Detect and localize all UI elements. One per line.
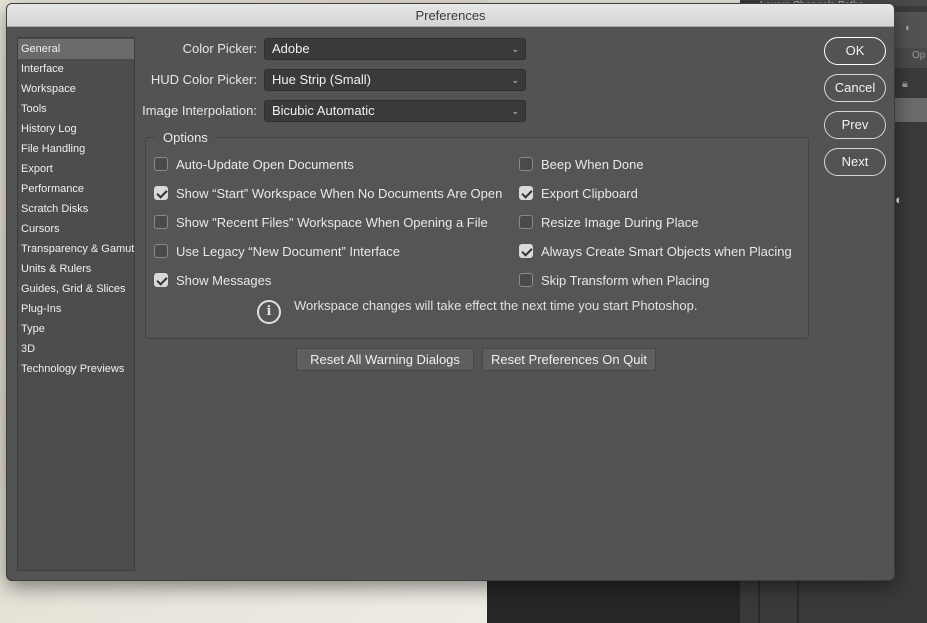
checkbox[interactable] [154, 186, 168, 200]
sidebar-item-history-log[interactable]: History Log [18, 119, 134, 139]
preferences-dialog: Preferences General Interface Workspace … [6, 3, 895, 581]
checkbox-label: Resize Image During Place [541, 214, 699, 230]
background-adjust-icon: ◐ [895, 192, 903, 207]
color-picker-label: Color Picker: [182, 41, 257, 56]
checkbox-label: Always Create Smart Objects when Placing [541, 243, 792, 259]
options-legend: Options [156, 130, 215, 146]
checkbox-label: Auto-Update Open Documents [176, 156, 354, 172]
background-field-fragment: Op [912, 50, 926, 61]
sidebar-item-3d[interactable]: 3D [18, 339, 134, 359]
sidebar-item-export[interactable]: Export [18, 159, 134, 179]
checkbox-label: Beep When Done [541, 156, 644, 172]
beep-when-done-option[interactable]: Beep When Done [519, 154, 644, 174]
background-divider [758, 580, 760, 623]
export-clipboard-option[interactable]: Export Clipboard [519, 183, 638, 203]
cancel-button[interactable]: Cancel [824, 74, 886, 102]
chevron-down-icon: ⌄ [511, 75, 519, 85]
workspace-info-message: i Workspace changes will take effect the… [257, 297, 698, 324]
chevron-down-icon: ⌄ [511, 106, 519, 116]
checkbox[interactable] [154, 244, 168, 258]
image-interpolation-value: Bicubic Automatic [272, 103, 375, 118]
ok-button[interactable]: OK [824, 37, 886, 65]
checkbox[interactable] [519, 215, 533, 229]
checkbox[interactable] [154, 215, 168, 229]
checkbox[interactable] [519, 157, 533, 171]
prev-button[interactable]: Prev [824, 111, 886, 139]
sidebar-item-performance[interactable]: Performance [18, 179, 134, 199]
checkbox[interactable] [519, 273, 533, 287]
hud-color-picker-value: Hue Strip (Small) [272, 72, 371, 87]
always-create-smart-objects-option[interactable]: Always Create Smart Objects when Placing [519, 241, 792, 261]
sidebar-item-transparency-gamut[interactable]: Transparency & Gamut [18, 239, 134, 259]
background-lock-icon: 🔒︎ [902, 78, 908, 90]
background-eye-icon: ◐ [905, 22, 912, 34]
checkbox-label: Show "Recent Files" Workspace When Openi… [176, 214, 488, 230]
sidebar-item-type[interactable]: Type [18, 319, 134, 339]
sidebar-item-units-rulers[interactable]: Units & Rulers [18, 259, 134, 279]
use-legacy-new-document-option[interactable]: Use Legacy “New Document” Interface [154, 241, 400, 261]
reset-preferences-on-quit-button[interactable]: Reset Preferences On Quit [482, 348, 656, 371]
background-divider [797, 580, 799, 623]
checkbox-label: Use Legacy “New Document” Interface [176, 243, 400, 259]
skip-transform-when-placing-option[interactable]: Skip Transform when Placing [519, 270, 709, 290]
checkbox[interactable] [519, 244, 533, 258]
checkbox-label: Show “Start” Workspace When No Documents… [176, 185, 503, 201]
sidebar-item-cursors[interactable]: Cursors [18, 219, 134, 239]
checkbox[interactable] [519, 186, 533, 200]
info-text: Workspace changes will take effect the n… [294, 297, 698, 313]
sidebar-item-guides-grid-slices[interactable]: Guides, Grid & Slices [18, 279, 134, 299]
checkbox-label: Show Messages [176, 272, 272, 288]
sidebar-item-technology-previews[interactable]: Technology Previews [18, 359, 134, 379]
checkbox[interactable] [154, 157, 168, 171]
show-messages-option[interactable]: Show Messages [154, 270, 271, 290]
show-recent-files-workspace-option[interactable]: Show "Recent Files" Workspace When Openi… [154, 212, 488, 232]
resize-image-during-place-option[interactable]: Resize Image During Place [519, 212, 699, 232]
dialog-title: Preferences [7, 4, 894, 27]
chevron-down-icon: ⌄ [511, 44, 519, 54]
next-button[interactable]: Next [824, 148, 886, 176]
color-picker-select[interactable]: Adobe ⌄ [264, 38, 526, 60]
background-panel-strip [895, 98, 927, 122]
checkbox-label: Export Clipboard [541, 185, 638, 201]
checkbox[interactable] [154, 273, 168, 287]
sidebar-item-file-handling[interactable]: File Handling [18, 139, 134, 159]
checkbox-label: Skip Transform when Placing [541, 272, 710, 288]
image-interpolation-label: Image Interpolation: [142, 103, 257, 118]
color-picker-value: Adobe [272, 41, 310, 56]
hud-color-picker-select[interactable]: Hue Strip (Small) ⌄ [264, 69, 526, 91]
sidebar-item-scratch-disks[interactable]: Scratch Disks [18, 199, 134, 219]
hud-color-picker-label: HUD Color Picker: [150, 72, 257, 87]
image-interpolation-select[interactable]: Bicubic Automatic ⌄ [264, 100, 526, 122]
sidebar-item-plug-ins[interactable]: Plug-Ins [18, 299, 134, 319]
show-start-workspace-option[interactable]: Show “Start” Workspace When No Documents… [154, 183, 502, 203]
reset-all-warning-dialogs-button[interactable]: Reset All Warning Dialogs [296, 348, 474, 371]
info-icon: i [257, 300, 281, 324]
auto-update-open-documents-option[interactable]: Auto-Update Open Documents [154, 154, 354, 174]
